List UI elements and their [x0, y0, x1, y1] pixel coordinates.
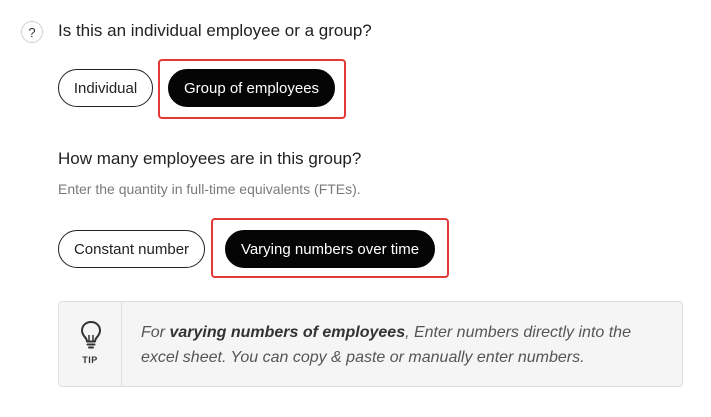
- question-employee-count: How many employees are in this group?: [58, 149, 362, 168]
- question-individual-or-group: Is this an individual employee or a grou…: [58, 21, 372, 40]
- constant-number-option-button[interactable]: Constant number: [58, 230, 205, 268]
- tip-prefix: For: [141, 324, 170, 341]
- lightbulb-icon: [81, 321, 101, 349]
- help-icon[interactable]: ?: [21, 21, 43, 43]
- tip-emphasis: varying numbers of employees: [169, 324, 406, 341]
- varying-numbers-option-button[interactable]: Varying numbers over time: [225, 230, 435, 268]
- fte-hint-text: Enter the quantity in full-time equivale…: [58, 181, 361, 197]
- group-of-employees-option-button[interactable]: Group of employees: [168, 69, 335, 107]
- tip-icon-cell: TIP: [59, 302, 122, 386]
- tip-box: TIP For varying numbers of employees, En…: [58, 301, 683, 387]
- tip-label: TIP: [82, 355, 98, 365]
- individual-option-button[interactable]: Individual: [58, 69, 153, 107]
- question-mark-icon: ?: [28, 24, 36, 40]
- tip-text: For varying numbers of employees, Enter …: [141, 320, 661, 370]
